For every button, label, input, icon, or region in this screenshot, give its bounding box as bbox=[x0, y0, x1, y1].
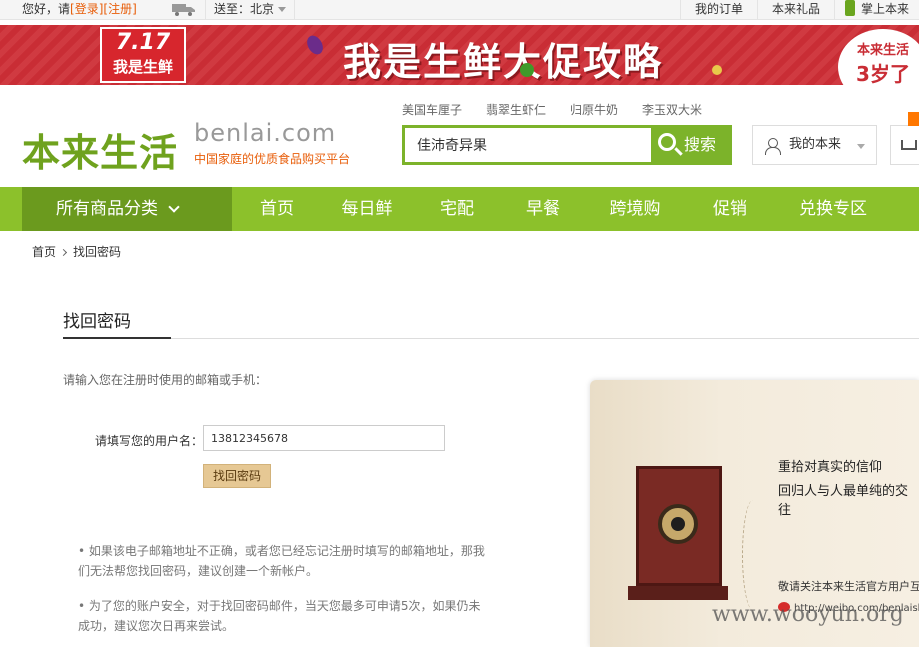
promo-tagline-2: 回归人与人最单纯的交往 bbox=[778, 484, 909, 518]
hot-searches: 美国车厘子 翡翠生虾仁 归原牛奶 李玉双大米 bbox=[402, 101, 726, 118]
my-orders-link[interactable]: 我的订单 bbox=[679, 0, 757, 20]
breadcrumb-current: 找回密码 bbox=[73, 245, 122, 259]
greeting: 您好，请[登录][注册] bbox=[22, 0, 137, 19]
nav-item-home[interactable]: 首页 bbox=[232, 187, 322, 231]
recover-password-button[interactable]: 找回密码 bbox=[203, 464, 271, 488]
anniversary-line1: 本来生活 bbox=[856, 43, 909, 58]
nav-item-redeem[interactable]: 兑换专区 bbox=[774, 187, 892, 231]
vintage-camera-image bbox=[628, 458, 728, 608]
note-item: • 如果该电子邮箱地址不正确，或者您已经忘记注册时填写的邮箱地址，那我们无法帮您… bbox=[78, 544, 485, 578]
username-label: 请填写您的用户名： bbox=[95, 434, 204, 448]
search-button[interactable]: 搜索 bbox=[652, 125, 732, 165]
logo-english: benlai.com bbox=[194, 119, 337, 147]
promo-follow-text: 敬请关注本来生活官方用户互动微 bbox=[778, 580, 919, 593]
vegetable-decoration bbox=[520, 63, 534, 77]
anniversary-line2: 3岁了 bbox=[856, 62, 910, 85]
all-categories-label: 所有商品分类 bbox=[56, 199, 158, 219]
nav-item-breakfast[interactable]: 早餐 bbox=[502, 187, 584, 231]
all-categories-menu[interactable]: 所有商品分类 bbox=[22, 187, 232, 231]
hot-search-item[interactable]: 翡翠生虾仁 bbox=[486, 101, 546, 118]
username-input[interactable] bbox=[203, 425, 445, 451]
breadcrumb: 首页 找回密码 bbox=[32, 243, 121, 260]
mobile-app-link[interactable]: 掌上本来 bbox=[833, 0, 919, 20]
nav-items: 首页 每日鲜 宅配 早餐 跨境购 促销 兑换专区 bbox=[232, 187, 892, 231]
logo-chinese[interactable]: 本来生活 bbox=[22, 122, 178, 177]
nav-item-cross-border[interactable]: 跨境购 bbox=[584, 187, 686, 231]
login-link[interactable]: [登录] bbox=[70, 2, 103, 16]
my-account-label: 我的本来 bbox=[789, 137, 842, 152]
cart-count-badge bbox=[908, 112, 919, 126]
banner-badge-date: 7.17 bbox=[115, 30, 171, 55]
fruit-decoration bbox=[712, 65, 722, 75]
promo-tagline-1: 重拾对真实的信仰 bbox=[778, 460, 883, 475]
banner-badge-text: 我是生鲜 bbox=[112, 58, 173, 76]
decorative-curve bbox=[742, 500, 764, 610]
nav-item-delivery[interactable]: 宅配 bbox=[412, 187, 502, 231]
mobile-app-label: 掌上本来 bbox=[860, 2, 909, 16]
register-link[interactable]: [注册] bbox=[103, 2, 136, 16]
chevron-down-icon bbox=[278, 7, 287, 12]
search-button-label: 搜索 bbox=[684, 135, 717, 154]
chevron-right-icon bbox=[59, 248, 68, 257]
top-right-links: 我的订单 本来礼品 掌上本来 bbox=[679, 0, 919, 20]
logo-slogan: 中国家庭的优质食品购买平台 bbox=[194, 152, 351, 166]
chevron-down-icon bbox=[168, 201, 180, 213]
nav-item-daily-fresh[interactable]: 每日鲜 bbox=[322, 187, 412, 231]
eggplant-decoration bbox=[303, 32, 327, 58]
breadcrumb-home[interactable]: 首页 bbox=[32, 245, 56, 259]
top-bar: 您好，请[登录][注册] 送至：北京 我的订单 本来礼品 掌上本来 bbox=[0, 0, 919, 20]
delivery-truck-icon bbox=[172, 4, 195, 16]
cart-icon bbox=[901, 140, 917, 150]
hot-search-item[interactable]: 美国车厘子 bbox=[402, 101, 462, 118]
page-title: 找回密码 bbox=[63, 312, 131, 332]
search-input[interactable] bbox=[405, 128, 645, 162]
anniversary-badge: 本来生活 3岁了 bbox=[838, 29, 919, 85]
ship-to-label: 送至：北京 bbox=[214, 2, 275, 16]
ship-to-selector[interactable]: 送至：北京 bbox=[205, 0, 296, 20]
chevron-down-icon bbox=[857, 144, 865, 149]
hot-search-item[interactable]: 归原牛奶 bbox=[570, 101, 618, 118]
note-item: • 为了您的账户安全，对于找回密码邮件，当天您最多可申请5次，如果仍未成功，建议… bbox=[78, 599, 481, 633]
my-account-dropdown[interactable]: 我的本来 bbox=[752, 125, 877, 165]
search-icon bbox=[658, 133, 676, 151]
title-underline bbox=[63, 337, 171, 339]
title-divider bbox=[63, 338, 919, 339]
banner-badge: 7.17 我是生鲜 bbox=[100, 27, 186, 83]
form-instruction: 请输入您在注册时使用的邮箱或手机： bbox=[63, 373, 268, 387]
promo-banner[interactable]: 7.17 我是生鲜 我是生鲜大促攻略 本来生活 3岁了 bbox=[0, 25, 919, 85]
search-box bbox=[402, 125, 654, 165]
watermark: www.wooyun.org bbox=[712, 602, 904, 627]
gifts-link[interactable]: 本来礼品 bbox=[756, 0, 834, 20]
banner-headline: 我是生鲜大促攻略 bbox=[343, 40, 664, 84]
greeting-text: 您好，请 bbox=[22, 2, 71, 16]
main-nav: 所有商品分类 首页 每日鲜 宅配 早餐 跨境购 促销 兑换专区 bbox=[0, 187, 919, 231]
hot-search-item[interactable]: 李玉双大米 bbox=[642, 101, 702, 118]
nav-item-promotions[interactable]: 促销 bbox=[686, 187, 774, 231]
cart-button[interactable] bbox=[890, 125, 919, 165]
user-icon bbox=[765, 138, 781, 155]
phone-icon bbox=[844, 0, 855, 16]
